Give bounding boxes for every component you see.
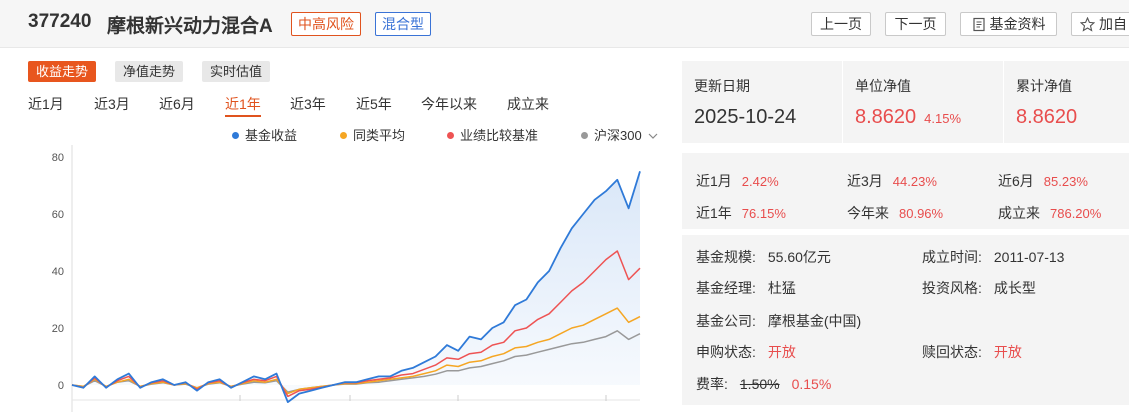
accumulated-nav-value: 8.8620 — [1016, 106, 1078, 128]
range-1y[interactable]: 近1年 — [225, 94, 261, 117]
tab-nav-trend[interactable]: 净值走势 — [115, 61, 184, 82]
fund-info-button[interactable]: 基金资料 — [960, 12, 1057, 36]
y-tick-label-0: 0 — [58, 380, 64, 392]
redeem-status: 赎回状态: 开放 — [922, 344, 1022, 360]
return-chart: 0 20 40 60 80 — [52, 145, 641, 412]
legend-fund[interactable]: 基金收益 — [232, 125, 297, 144]
next-page-button[interactable]: 下一页 — [885, 12, 946, 36]
perf-3m: 近3月 44.23% — [847, 173, 937, 189]
fund-type-tag: 混合型 — [375, 12, 431, 36]
range-3y[interactable]: 近3年 — [290, 94, 326, 114]
unit-nav-label: 单位净值 — [855, 78, 911, 94]
legend-csi300[interactable]: 沪深300 — [581, 125, 658, 144]
fund-page: 377240 摩根新兴动力混合A 中高风险 混合型 上一页 下一页 基金资料 加… — [0, 0, 1129, 412]
fund-manager: 基金经理: 杜猛 — [696, 280, 796, 296]
fund-code: 377240 — [28, 11, 92, 32]
tab-return-trend[interactable]: 收益走势 — [28, 61, 97, 82]
perf-1y: 近1年 76.15% — [696, 205, 786, 221]
fund-info-label: 基金资料 — [989, 16, 1046, 32]
add-favorite-button[interactable]: 加自 — [1071, 12, 1129, 36]
fee-original: 1.50% — [739, 376, 780, 392]
range-since-inception[interactable]: 成立来 — [507, 94, 549, 114]
update-date-label: 更新日期 — [694, 78, 750, 94]
document-icon — [972, 17, 985, 32]
fee-rate: 费率: 1.50% 0.15% — [696, 376, 832, 392]
unit-nav-cell: 单位净值 8.8620 4.15% — [843, 61, 1003, 143]
y-tick-label-80: 80 — [52, 152, 64, 164]
investment-style: 投资风格: 成长型 — [922, 280, 1036, 296]
legend-peer-average[interactable]: 同类平均 — [340, 125, 405, 144]
fee-discounted: 0.15% — [791, 376, 832, 392]
update-date-value: 2025-10-24 — [694, 106, 797, 128]
range-6m[interactable]: 近6月 — [159, 94, 195, 114]
fund-details: 基金规模: 55.60亿元 成立时间: 2011-07-13 基金经理: 杜猛 投资风… — [682, 235, 1129, 405]
range-1m[interactable]: 近1月 — [28, 94, 64, 114]
accumulated-nav-label: 累计净值 — [1016, 78, 1072, 94]
legend-benchmark[interactable]: 业绩比较基准 — [447, 125, 538, 144]
inception-date: 成立时间: 2011-07-13 — [922, 249, 1065, 265]
risk-tag: 中高风险 — [291, 12, 361, 36]
perf-1m: 近1月 2.42% — [696, 173, 779, 189]
perf-6m: 近6月 85.23% — [998, 173, 1088, 189]
perf-ytd: 今年来 80.96% — [847, 205, 944, 221]
chevron-down-icon — [648, 133, 658, 139]
fund-header: 377240 摩根新兴动力混合A 中高风险 混合型 上一页 下一页 基金资料 加… — [0, 0, 1129, 48]
fund-name: 摩根新兴动力混合A — [107, 16, 273, 37]
prev-page-button[interactable]: 上一页 — [811, 12, 871, 36]
star-icon — [1079, 16, 1096, 32]
performance-grid: 近1月 2.42% 近3月 44.23% 近6月 85.23% 近1年 76.15% 今… — [682, 153, 1129, 229]
update-date-cell: 更新日期 2025-10-24 — [682, 61, 836, 143]
nav-summary: 更新日期 2025-10-24 单位净值 8.8620 4.15% 累计净值 8.… — [682, 61, 1129, 143]
purchase-status: 申购状态: 开放 — [696, 344, 796, 360]
y-tick-label-40: 40 — [52, 266, 64, 278]
tab-realtime-estimate[interactable]: 实时估值 — [202, 61, 271, 82]
fund-company: 基金公司: 摩根基金(中国) — [696, 313, 862, 329]
fund-scale: 基金规模: 55.60亿元 — [696, 249, 831, 265]
range-ytd[interactable]: 今年以来 — [421, 94, 477, 114]
y-tick-label-60: 60 — [52, 209, 64, 221]
perf-since-inception: 成立来 786.20% — [998, 205, 1102, 221]
accumulated-nav-cell: 累计净值 8.8620 — [1004, 61, 1129, 143]
unit-nav-value: 8.8620 4.15% — [855, 106, 962, 128]
unit-nav-change: 4.15% — [924, 111, 962, 126]
range-5y[interactable]: 近5年 — [356, 94, 392, 114]
fund-return-area — [72, 171, 640, 403]
y-tick-label-20: 20 — [52, 323, 64, 335]
chart-legend: 基金收益 同类平均 业绩比较基准 沪深300 — [0, 125, 680, 145]
range-3m[interactable]: 近3月 — [94, 94, 130, 114]
add-favorite-label: 加自 — [1099, 16, 1127, 32]
